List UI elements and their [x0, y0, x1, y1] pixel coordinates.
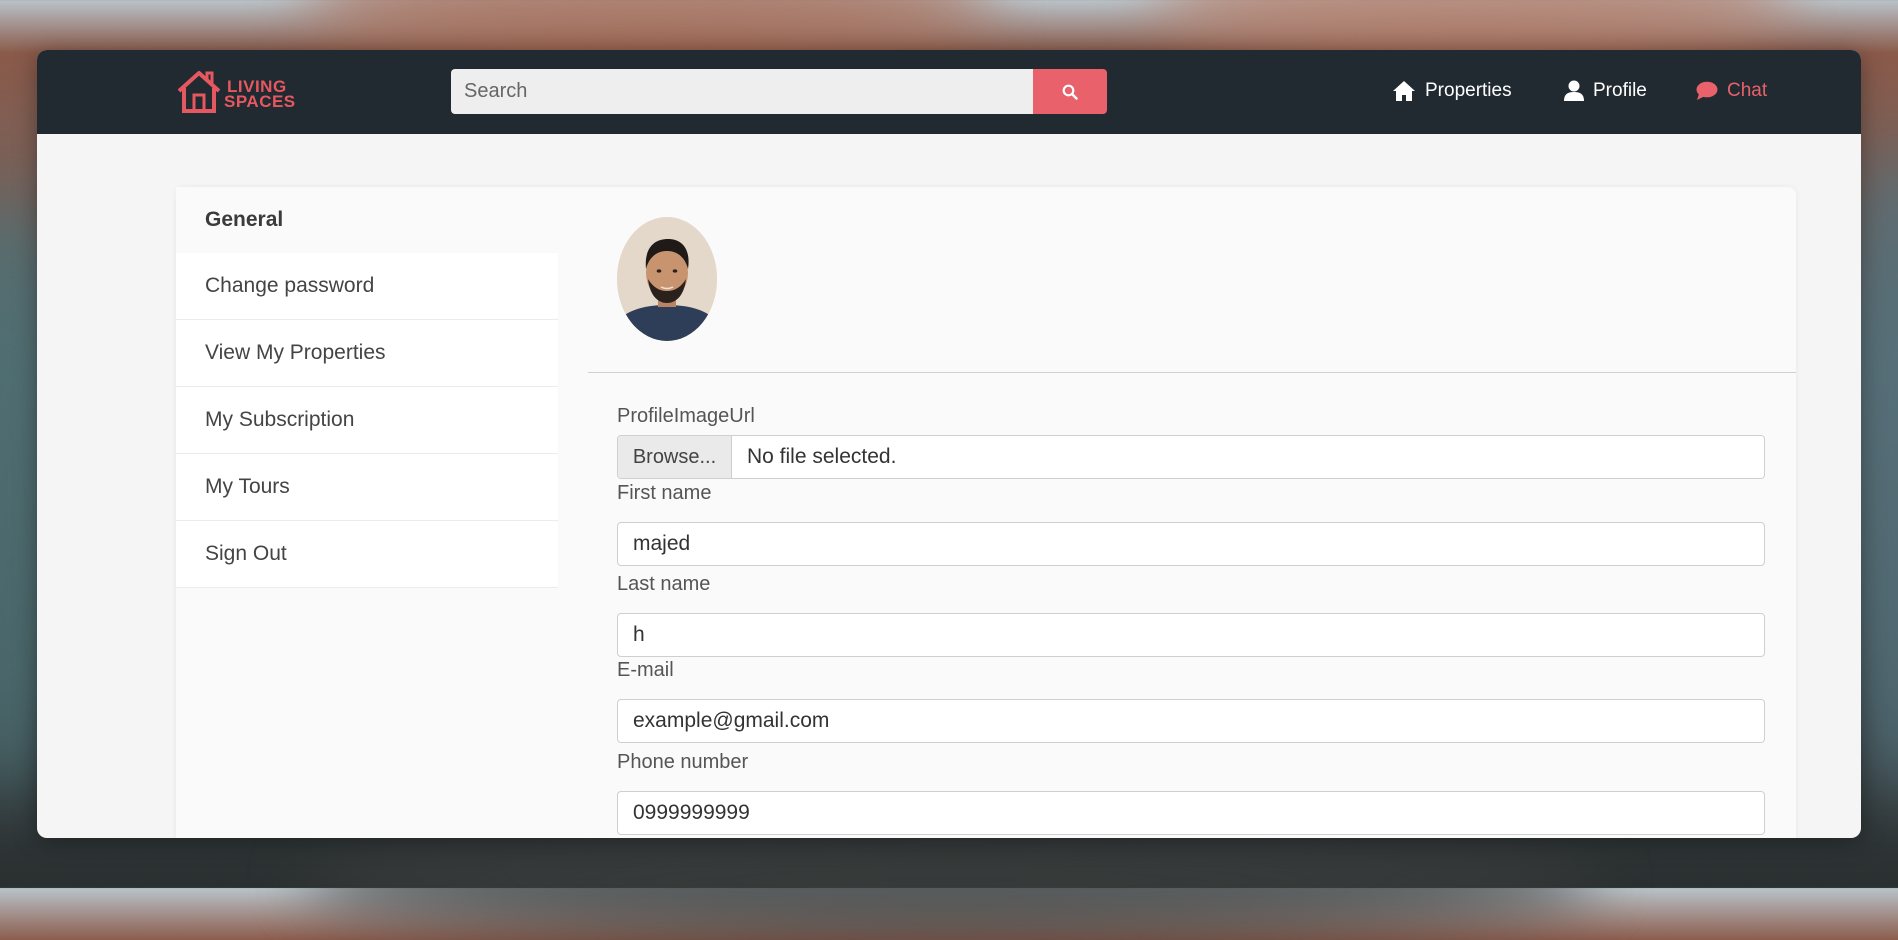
browse-button[interactable]: Browse... — [618, 436, 732, 478]
menu-item-label: General — [205, 208, 284, 231]
email-label: E-mail — [617, 659, 674, 681]
nav-properties-label: Properties — [1425, 80, 1512, 101]
nav-chat-label: Chat — [1727, 80, 1768, 101]
menu-item-my-tours[interactable]: My Tours — [176, 454, 558, 521]
last-name-label: Last name — [617, 573, 711, 595]
home-icon — [1393, 81, 1415, 101]
menu-item-general[interactable]: General — [176, 187, 558, 253]
section-divider — [588, 372, 1796, 373]
house-logo-icon — [177, 71, 221, 113]
navbar: LIVING SPACES Properties — [37, 50, 1861, 134]
nav-profile-label: Profile — [1593, 80, 1647, 101]
phone-label: Phone number — [617, 751, 749, 773]
brand-logo[interactable]: LIVING SPACES — [175, 69, 295, 115]
search-button[interactable] — [1033, 69, 1107, 114]
user-icon — [1564, 80, 1584, 101]
phone-field[interactable] — [617, 791, 1765, 835]
nav-profile[interactable]: Profile — [1564, 74, 1647, 108]
profile-image-label: ProfileImageUrl — [617, 405, 755, 427]
search-icon — [1062, 84, 1078, 100]
brand-wordmark: LIVING SPACES — [224, 77, 296, 111]
search-bar — [451, 69, 1107, 114]
avatar-image — [617, 217, 717, 341]
menu-item-label: Change password — [205, 274, 375, 297]
browser-window: LIVING SPACES Properties — [37, 50, 1861, 838]
menu-item-label: My Tours — [205, 475, 290, 498]
first-name-field[interactable] — [617, 522, 1765, 566]
file-status: No file selected. — [747, 445, 897, 468]
menu-item-label: My Subscription — [205, 408, 355, 431]
menu-item-change-password[interactable]: Change password — [176, 253, 558, 320]
menu-item-label: Sign Out — [205, 542, 287, 565]
nav-properties[interactable]: Properties — [1392, 74, 1512, 108]
last-name-field[interactable] — [617, 613, 1765, 657]
chat-bubble-icon — [1696, 81, 1718, 100]
menu-item-sign-out[interactable]: Sign Out — [176, 521, 558, 588]
settings-menu: General Change password View My Properti… — [176, 187, 558, 588]
background-blur — [300, 820, 1600, 940]
search-input[interactable] — [451, 69, 1033, 114]
menu-item-label: View My Properties — [205, 341, 386, 364]
first-name-label: First name — [617, 482, 712, 504]
profile-image-file-input[interactable]: Browse... No file selected. — [617, 435, 1765, 479]
account-settings-card: General Change password View My Properti… — [176, 187, 1796, 838]
nav-chat[interactable]: Chat — [1696, 74, 1767, 108]
email-field[interactable] — [617, 699, 1765, 743]
menu-item-view-my-properties[interactable]: View My Properties — [176, 320, 558, 387]
profile-avatar — [617, 217, 717, 341]
menu-item-my-subscription[interactable]: My Subscription — [176, 387, 558, 454]
